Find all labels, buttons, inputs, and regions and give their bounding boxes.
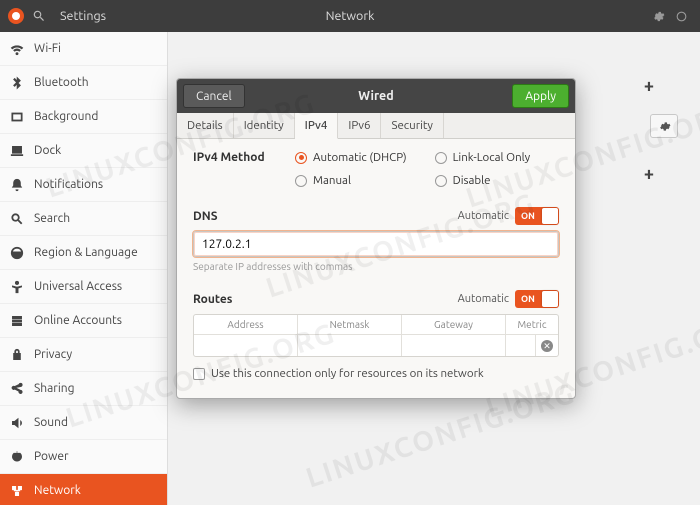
sidebar-item-label: Notifications (34, 178, 103, 191)
ubuntu-logo-icon (8, 8, 24, 24)
route-gateway-cell[interactable] (402, 335, 506, 356)
radio-disable[interactable]: Disable (435, 174, 531, 187)
sidebar-item-notifications[interactable]: Notifications (0, 168, 167, 202)
add-connection-button[interactable]: + (638, 164, 660, 184)
power-icon (10, 450, 24, 464)
dns-servers-input[interactable] (193, 231, 559, 257)
sidebar-item-search[interactable]: Search (0, 202, 167, 236)
route-netmask-cell[interactable] (298, 335, 402, 356)
sound-icon (10, 416, 24, 430)
sidebar-item-label: Sharing (34, 382, 75, 395)
settings-gear-icon[interactable] (652, 10, 665, 23)
network-icon (10, 484, 24, 498)
lock-icon (10, 348, 24, 362)
ipv4-method-label: IPv4 Method (193, 151, 273, 164)
route-address-cell[interactable] (194, 335, 298, 356)
search-icon (10, 212, 24, 226)
tab-identity[interactable]: Identity (234, 113, 295, 138)
sidebar-item-bluetooth[interactable]: Bluetooth (0, 66, 167, 100)
sidebar-item-online-accounts[interactable]: Online Accounts (0, 304, 167, 338)
page-title: Network (326, 9, 375, 23)
sidebar-item-region-language[interactable]: Region & Language (0, 236, 167, 270)
sidebar-item-label: Sound (34, 416, 68, 429)
sidebar-item-label: Search (34, 212, 70, 225)
sidebar-item-label: Bluetooth (34, 76, 89, 89)
dialog-title: Wired (358, 89, 393, 103)
sidebar-item-universal-access[interactable]: Universal Access (0, 270, 167, 304)
radio-label: Manual (313, 174, 351, 187)
app-title: Settings (60, 9, 106, 23)
dns-section-label: DNS (193, 210, 218, 223)
search-icon[interactable] (32, 9, 46, 23)
sidebar-item-dock[interactable]: Dock (0, 134, 167, 168)
delete-route-button[interactable]: ✕ (541, 340, 553, 352)
radio-link-local[interactable]: Link-Local Only (435, 151, 531, 164)
switch-on-text: ON (521, 211, 535, 221)
routes-section-label: Routes (193, 293, 232, 306)
routes-col-gateway: Gateway (402, 315, 506, 334)
sidebar-item-label: Online Accounts (34, 314, 122, 327)
apply-button[interactable]: Apply (512, 84, 569, 108)
sidebar-item-label: Network (34, 484, 81, 497)
tab-security[interactable]: Security (381, 113, 444, 138)
tab-details[interactable]: Details (177, 113, 234, 138)
sidebar-item-privacy[interactable]: Privacy (0, 338, 167, 372)
routes-automatic-label: Automatic (458, 293, 509, 305)
route-metric-cell[interactable] (506, 335, 536, 356)
radio-label: Automatic (DHCP) (313, 151, 407, 164)
dialog-header: Cancel Wired Apply (177, 79, 575, 113)
globe-icon (10, 246, 24, 260)
sidebar-item-label: Background (34, 110, 98, 123)
routes-automatic-switch[interactable]: ON (515, 290, 559, 308)
bell-icon (10, 178, 24, 192)
radio-automatic-dhcp[interactable]: Automatic (DHCP) (295, 151, 407, 164)
sidebar-item-label: Power (34, 450, 69, 463)
sidebar-item-label: Dock (34, 144, 61, 157)
sidebar-item-label: Privacy (34, 348, 72, 361)
access-icon (10, 280, 24, 294)
radio-label: Disable (453, 174, 491, 187)
radio-label: Link-Local Only (453, 151, 531, 164)
cancel-button[interactable]: Cancel (183, 84, 245, 108)
dns-automatic-label: Automatic (458, 210, 509, 222)
background-icon (10, 110, 24, 124)
routes-col-address: Address (194, 315, 298, 334)
bluetooth-icon (10, 76, 24, 90)
only-for-network-label: Use this connection only for resources o… (211, 367, 484, 380)
routes-col-netmask: Netmask (298, 315, 402, 334)
dns-automatic-switch[interactable]: ON (515, 207, 559, 225)
routes-table: Address Netmask Gateway Metric ✕ (193, 314, 559, 357)
accounts-icon (10, 314, 24, 328)
dns-helper-text: Separate IP addresses with commas (193, 261, 559, 272)
sidebar-item-label: Universal Access (34, 280, 122, 293)
sidebar-item-network[interactable]: Network (0, 474, 167, 505)
routes-col-metric: Metric (506, 315, 558, 334)
dock-icon (10, 144, 24, 158)
sidebar-item-label: Region & Language (34, 246, 138, 259)
sidebar-item-power[interactable]: Power (0, 440, 167, 474)
tab-ipv6[interactable]: IPv6 (338, 113, 381, 138)
sidebar-item-wi-fi[interactable]: Wi-Fi (0, 32, 167, 66)
sidebar-item-label: Wi-Fi (34, 42, 61, 55)
only-for-network-checkbox[interactable] (193, 368, 205, 380)
switch-on-text: ON (521, 294, 535, 304)
radio-manual[interactable]: Manual (295, 174, 407, 187)
wired-connection-dialog: Cancel Wired Apply DetailsIdentityIPv4IP… (176, 78, 576, 399)
dialog-tabs: DetailsIdentityIPv4IPv6Security (177, 113, 575, 139)
share-icon (10, 382, 24, 396)
settings-sidebar: Wi-Fi Bluetooth Background Dock Notification… (0, 32, 168, 505)
power-icon[interactable] (675, 10, 688, 23)
connection-settings-button[interactable] (650, 114, 678, 138)
wifi-icon (10, 42, 24, 56)
sidebar-item-background[interactable]: Background (0, 100, 167, 134)
add-wired-button[interactable]: + (638, 76, 660, 96)
tab-ipv4[interactable]: IPv4 (295, 113, 339, 139)
sidebar-item-sound[interactable]: Sound (0, 406, 167, 440)
window-titlebar: Settings Network (0, 0, 700, 32)
sidebar-item-sharing[interactable]: Sharing (0, 372, 167, 406)
